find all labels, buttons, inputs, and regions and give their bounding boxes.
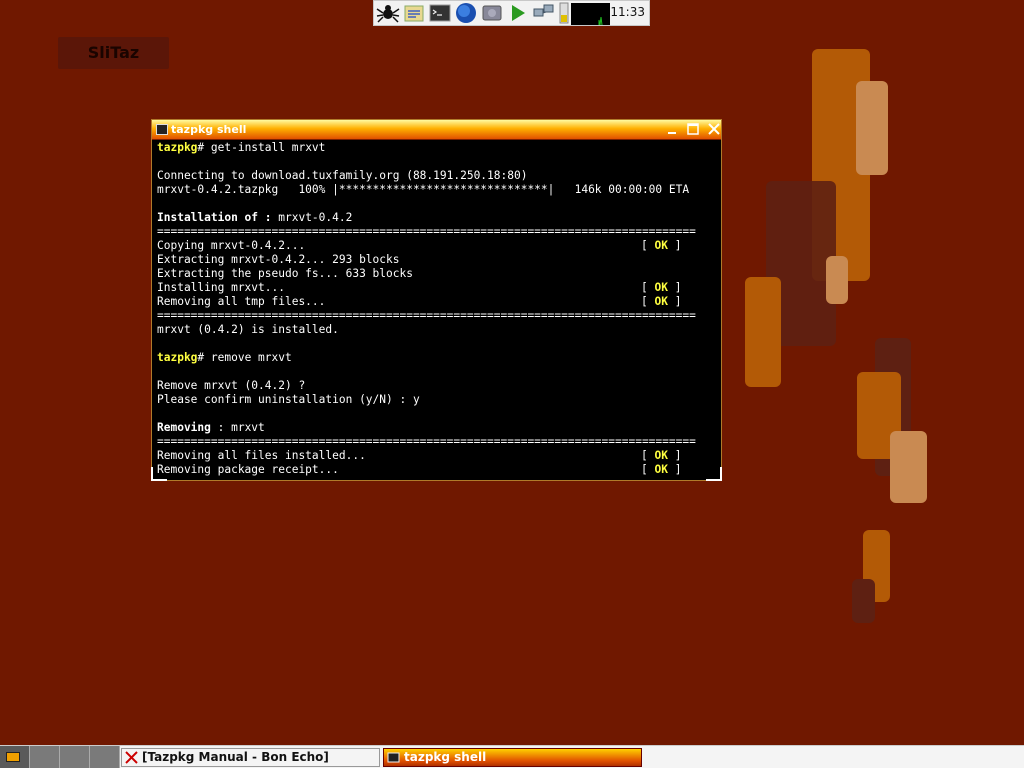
workspace-1[interactable] [0,746,30,768]
ok-status: [ OK ] [641,239,682,252]
ok-label: OK [654,295,668,308]
window-title: tazpkg shell [171,123,247,136]
ok-label: OK [654,463,668,476]
ok-status: [ OK ] [641,463,682,476]
separator-line: ========================================… [157,435,696,448]
ok-status: [ OK ] [641,295,682,308]
shell-prompt: tazpkg [157,141,198,154]
ok-label: OK [654,281,668,294]
battery-icon[interactable] [558,1,570,25]
image-viewer-icon[interactable] [480,1,504,25]
output-text: Please confirm uninstallation (y/N) : y [157,393,420,406]
status-text: Removing all tmp files... [157,295,326,308]
status-text: Installing mrxvt... [157,281,285,294]
terminal-line: Remove mrxvt (0.4.2) ? [157,379,719,393]
section-value: : mrxvt [210,421,265,434]
terminal-line: mrxvt-0.4.2.tazpkg 100% |***************… [157,183,719,197]
taskbar-item-label: [Tazpkg Manual - Bon Echo] [142,750,329,764]
terminal-line: Please confirm uninstallation (y/N) : y [157,393,719,407]
terminal-icon [387,751,400,764]
terminal-line: Extracting the pseudo fs... 633 blocks [157,267,719,281]
terminal-line: Removing all files installed... [ OK ] [157,449,719,463]
terminal-output[interactable]: tazpkg# get-install mrxvt Connecting to d… [157,141,719,478]
section-label: Removing [157,421,211,434]
status-text: Copying mrxvt-0.4.2... [157,239,306,252]
network-icon[interactable] [532,1,556,25]
status-text: Removing all files installed... [157,449,366,462]
wallpaper-decoration [890,431,927,503]
minimize-button[interactable] [663,121,681,137]
terminal-line: ========================================… [157,225,719,239]
wallpaper-decoration [856,81,888,175]
terminal-line: Removing : mrxvt [157,421,719,435]
slitaz-desktop-label: SliTaz [58,37,169,69]
maximize-button[interactable] [684,121,702,137]
terminal-line: Copying mrxvt-0.4.2... [ OK ] [157,239,719,253]
firefox-x-icon [125,751,138,764]
terminal-line: Installing mrxvt... [ OK ] [157,281,719,295]
ok-label: OK [654,449,668,462]
resize-handle-bottom-left[interactable] [151,467,167,481]
close-button[interactable] [705,121,723,137]
output-text: mrxvt-0.4.2.tazpkg 100% |***************… [157,183,690,196]
terminal-line: Removing package receipt... [ OK ] [157,463,719,477]
taskbar-item-firefox[interactable]: [Tazpkg Manual - Bon Echo] [121,748,380,767]
terminal-window[interactable]: tazpkg shell tazpkg# get-install mrxvt Co… [151,119,722,481]
workspace-pager [0,746,120,768]
cpu-monitor-icon [571,3,610,26]
ok-status: [ OK ] [641,449,682,462]
shell-prompt: tazpkg [157,351,198,364]
output-text: Connecting to download.tuxfamily.org (88… [157,169,528,182]
workspace-3[interactable] [60,746,90,768]
wallpaper-decoration [852,579,875,623]
output-text: Remove mrxvt (0.4.2) ? [157,379,306,392]
clock[interactable]: 11:33 [610,5,645,19]
terminal-line: mrxvt (0.4.2) is installed. [157,323,719,337]
output-text: Extracting mrxvt-0.4.2... 293 blocks [157,253,400,266]
editor-icon[interactable] [402,1,426,25]
wallpaper-decoration [745,277,781,387]
resize-handle-bottom-right[interactable] [706,467,722,481]
output-text: Extracting the pseudo fs... 633 blocks [157,267,413,280]
terminal-line: Removing all tmp files... [ OK ] [157,295,719,309]
spider-icon[interactable] [376,1,400,25]
separator-line: ========================================… [157,225,696,238]
workspace-2[interactable] [30,746,60,768]
terminal-line: tazpkg# get-install mrxvt [157,141,719,155]
section-value: mrxvt-0.4.2 [271,211,353,224]
command-text: # remove mrxvt [197,351,292,364]
output-text: mrxvt (0.4.2) is installed. [157,323,339,336]
section-label: Installation of : [157,211,272,224]
terminal-line: ========================================… [157,309,719,323]
status-text: Removing package receipt... [157,463,339,476]
taskbar-item-label: tazpkg shell [404,750,487,764]
bottom-taskbar: [Tazpkg Manual - Bon Echo] tazpkg shell [0,745,1024,768]
terminal-line: Extracting mrxvt-0.4.2... 293 blocks [157,253,719,267]
terminal-line: Installation of : mrxvt-0.4.2 [157,211,719,225]
play-icon[interactable] [506,1,530,25]
terminal-line: Connecting to download.tuxfamily.org (88… [157,169,719,183]
terminal-line: ========================================… [157,435,719,449]
terminal-icon[interactable] [428,1,452,25]
window-titlebar[interactable]: tazpkg shell [152,120,721,140]
workspace-4[interactable] [90,746,120,768]
terminal-icon [156,124,168,135]
top-panel: 11:33 [373,0,650,26]
ok-status: [ OK ] [641,281,682,294]
firefox-globe-icon[interactable] [454,1,478,25]
terminal-line: tazpkg# remove mrxvt [157,351,719,365]
wallpaper-decoration [826,256,848,304]
separator-line: ========================================… [157,309,696,322]
ok-label: OK [654,239,668,252]
desktop: SliTaz 11:33 tazpkg shell tazpkg# get-in… [0,0,1024,768]
taskbar-item-terminal[interactable]: tazpkg shell [383,748,642,767]
command-text: # get-install mrxvt [197,141,326,154]
